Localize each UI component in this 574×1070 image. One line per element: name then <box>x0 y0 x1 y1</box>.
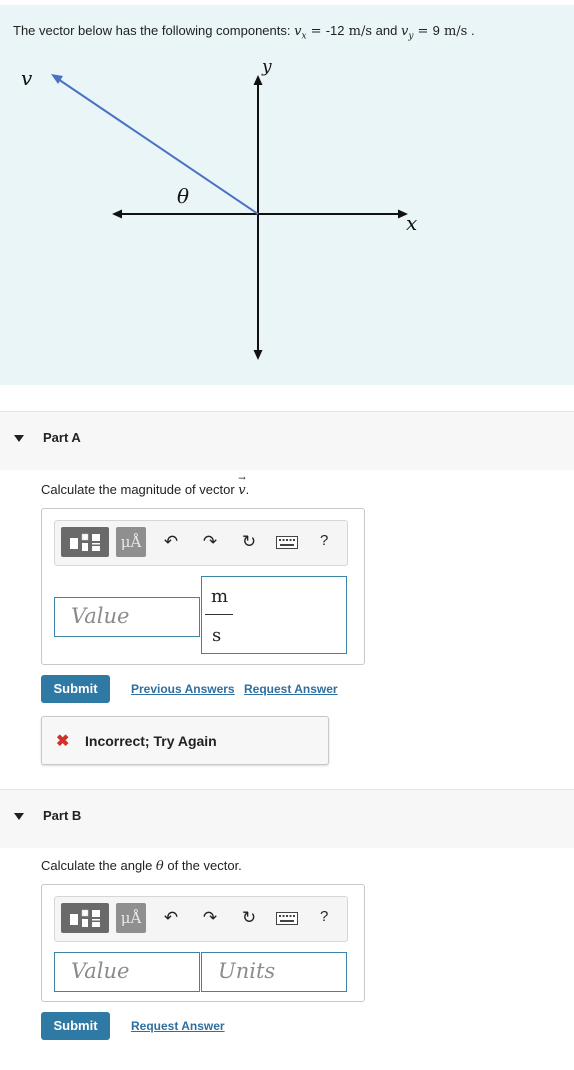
part-a-value-input[interactable]: Value <box>54 597 200 637</box>
part-b-question: Calculate the angle θ of the vector. <box>41 858 242 874</box>
units-placeholder: Units <box>218 959 276 983</box>
vector-arrow-icon: → <box>238 474 246 484</box>
part-b-toolbar: μÅ ↶ ↷ ↻ ? <box>54 896 348 942</box>
value-placeholder: Value <box>71 604 130 628</box>
templates-button[interactable] <box>61 527 109 557</box>
undo-icon[interactable]: ↶ <box>161 908 181 928</box>
collapse-caret-icon[interactable] <box>14 813 24 820</box>
unit-denominator: s <box>212 625 222 646</box>
part-a-submit-button[interactable]: Submit <box>41 675 110 703</box>
part-a-toolbar: μÅ ↶ ↷ ↻ ? <box>54 520 348 566</box>
part-b-submit-button[interactable]: Submit <box>41 1012 110 1040</box>
part-b-header[interactable]: Part B <box>0 789 574 848</box>
feedback-box: ✖ Incorrect; Try Again <box>41 716 329 765</box>
unit-numerator: m <box>211 586 229 607</box>
part-a-header[interactable]: Part A <box>0 411 574 470</box>
templates-icon <box>70 533 100 551</box>
part-b-value-input[interactable]: Value <box>54 952 200 992</box>
y-axis-label: y <box>261 57 272 77</box>
value-placeholder: Value <box>71 959 130 983</box>
part-a-answer-box: μÅ ↶ ↷ ↻ ? Value m s <box>41 508 365 665</box>
part-b-request-answer-link[interactable]: Request Answer <box>131 1019 225 1033</box>
keyboard-icon[interactable] <box>276 536 298 552</box>
redo-icon[interactable]: ↷ <box>200 532 220 552</box>
part-a-request-answer-link[interactable]: Request Answer <box>244 682 338 696</box>
vector-diagram: v θ x y <box>21 57 417 360</box>
templates-button[interactable] <box>61 903 109 933</box>
incorrect-x-icon: ✖ <box>56 733 70 750</box>
previous-answers-link[interactable]: Previous Answers <box>131 682 235 696</box>
units-symbols-button[interactable]: μÅ <box>116 903 146 933</box>
units-symbols-button[interactable]: μÅ <box>116 527 146 557</box>
help-button[interactable]: ? <box>320 908 328 925</box>
question-text: Calculate the angle <box>41 858 156 873</box>
part-b-answer-box: μÅ ↶ ↷ ↻ ? Value Units <box>41 884 365 1002</box>
redo-icon[interactable]: ↷ <box>200 908 220 928</box>
part-b-title: Part B <box>43 808 82 823</box>
feedback-text: Incorrect; Try Again <box>85 733 217 749</box>
problem-panel: The vector below has the following compo… <box>0 5 574 385</box>
angle-label: θ <box>177 184 189 208</box>
theta-symbol: θ <box>155 859 164 874</box>
x-axis-left-arrow <box>112 209 122 219</box>
vector-v-arrowhead <box>51 74 63 84</box>
undo-icon[interactable]: ↶ <box>161 532 181 552</box>
vector-v <box>57 78 259 215</box>
x-axis-label: x <box>406 211 417 235</box>
reset-icon[interactable]: ↻ <box>239 532 259 552</box>
part-a-units-input[interactable]: m s <box>201 576 347 654</box>
vector-symbol-letter: v <box>238 483 246 498</box>
y-axis-down-arrow <box>253 350 263 360</box>
part-b-units-input[interactable]: Units <box>201 952 347 992</box>
keyboard-icon[interactable] <box>276 912 298 928</box>
reset-icon[interactable]: ↻ <box>239 908 259 928</box>
part-a-title: Part A <box>43 430 81 445</box>
question-text: Calculate the magnitude of vector <box>41 482 239 497</box>
part-a-question: Calculate the magnitude of vector v →. <box>41 474 250 498</box>
collapse-caret-icon[interactable] <box>14 435 24 442</box>
templates-icon <box>70 909 100 927</box>
vector-symbol: v → <box>238 474 246 498</box>
question-period: . <box>245 482 250 497</box>
question-suffix: of the vector. <box>163 858 242 873</box>
help-button[interactable]: ? <box>320 532 328 549</box>
fraction-bar <box>205 614 233 615</box>
vector-label: v <box>21 66 33 90</box>
